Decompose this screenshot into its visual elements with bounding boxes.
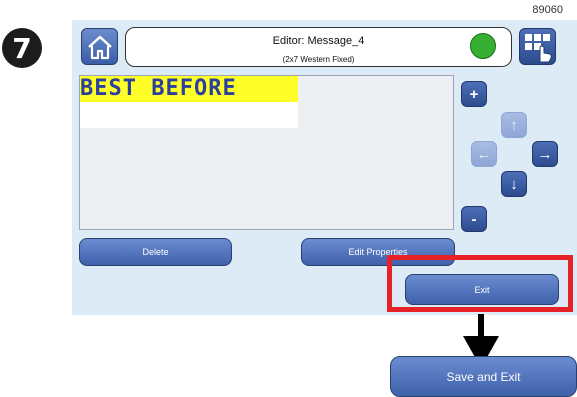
- move-left-button[interactable]: ←: [471, 141, 497, 167]
- move-right-button[interactable]: →: [532, 141, 558, 167]
- home-icon: [87, 35, 112, 59]
- move-up-button[interactable]: ↑: [501, 112, 527, 138]
- step-number-badge: 7: [2, 28, 42, 68]
- delete-button[interactable]: Delete: [79, 238, 232, 266]
- status-indicator-icon: [470, 33, 496, 59]
- keyboard-button[interactable]: [519, 28, 556, 65]
- editor-subtitle: (2x7 Western Fixed): [282, 55, 355, 64]
- message-text[interactable]: BEST BEFORE: [80, 76, 298, 102]
- save-and-exit-button[interactable]: Save and Exit: [390, 356, 577, 397]
- remove-button[interactable]: -: [461, 206, 487, 232]
- home-button[interactable]: [81, 28, 118, 65]
- callout-highlight-box: [387, 255, 573, 312]
- figure-id: 89060: [532, 4, 563, 16]
- title-box: Editor: Message_4 (2x7 Western Fixed): [125, 27, 512, 67]
- add-button[interactable]: +: [461, 81, 487, 107]
- message-line-2[interactable]: [80, 102, 298, 128]
- keyboard-touch-icon: [525, 34, 552, 63]
- move-down-button[interactable]: ↓: [501, 171, 527, 197]
- arrow-shaft: [478, 314, 484, 338]
- editor-title: Editor: Message_4: [272, 35, 365, 47]
